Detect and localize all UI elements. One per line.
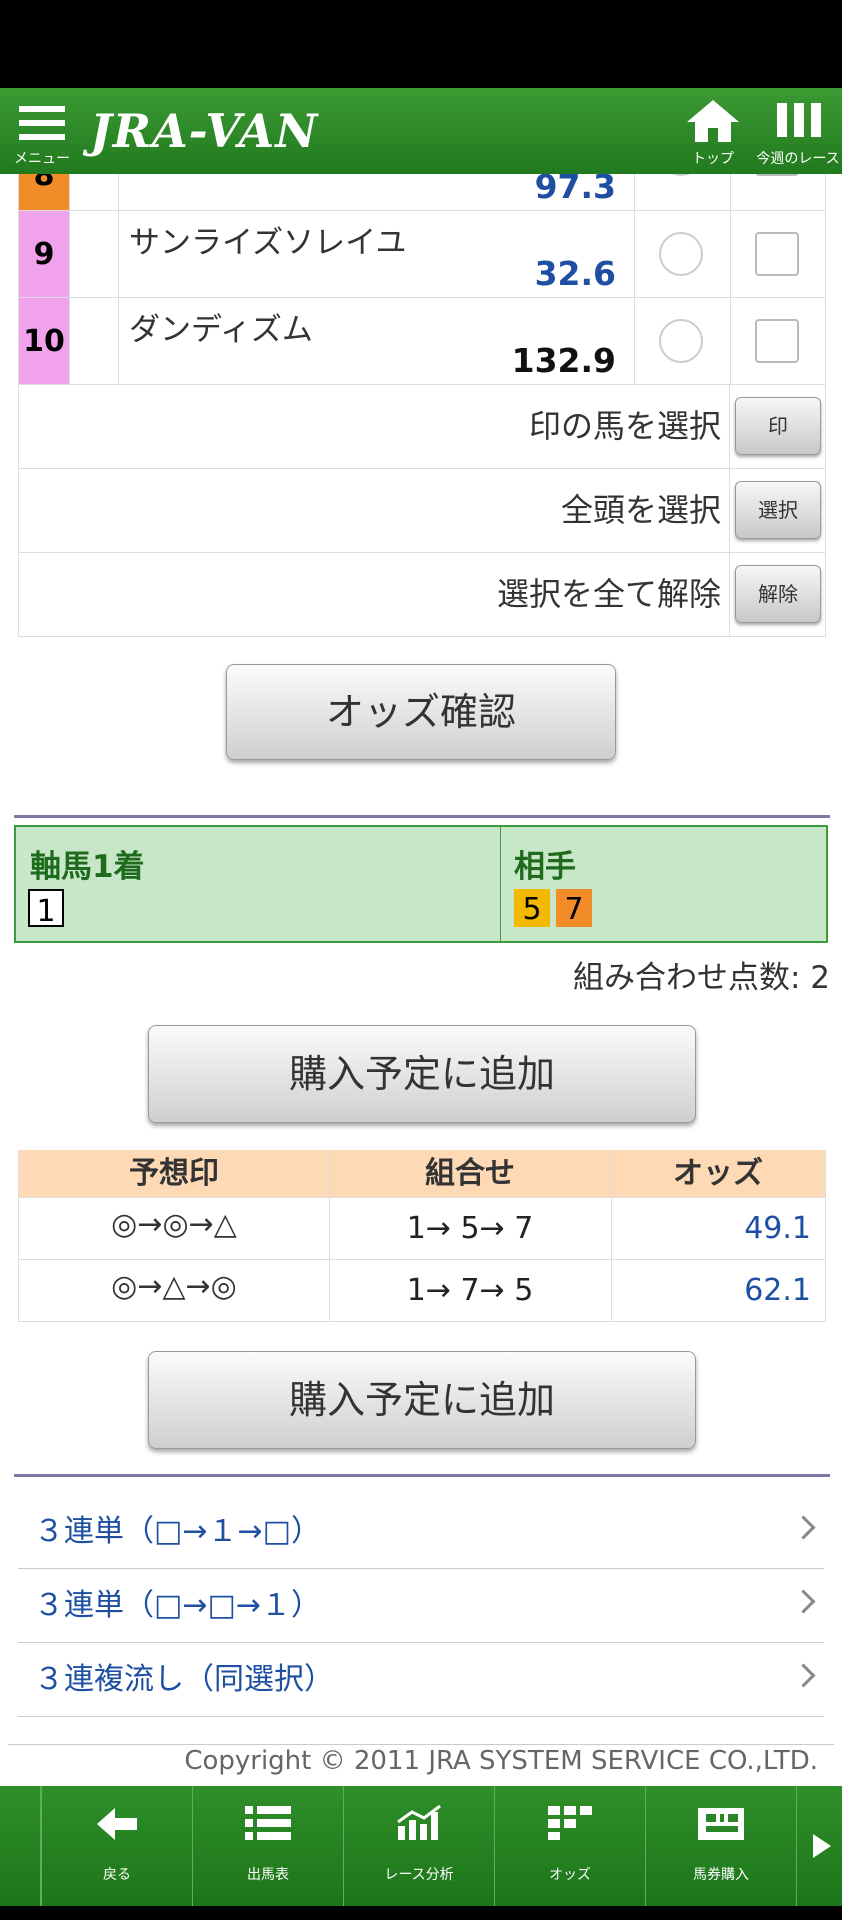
menu-button[interactable]: メニュー — [8, 88, 76, 174]
section-divider — [14, 815, 830, 818]
home-icon — [687, 100, 739, 142]
horse-row-10[interactable]: 10 ダンディズム 132.9 — [18, 298, 826, 385]
add-to-plan-button[interactable]: 購入予定に追加 — [148, 1025, 696, 1123]
list-icon — [245, 1806, 291, 1840]
row-odds: 49.1 — [744, 1211, 811, 1246]
play-right-icon — [813, 1834, 831, 1858]
odds-grid-icon — [548, 1806, 592, 1840]
jra-van-logo: JRA-VAN — [90, 104, 319, 158]
this-week-races-button[interactable]: 今週のレース — [756, 88, 840, 174]
select-all-row: 全頭を選択 選択 — [18, 469, 826, 553]
link-trifecta-third[interactable]: ３連単（□→□→１） — [18, 1569, 824, 1643]
row-odds: 62.1 — [744, 1273, 811, 1308]
first-place-radio[interactable] — [659, 319, 703, 363]
first-place-radio[interactable] — [659, 232, 703, 276]
link-trio-flow[interactable]: ３連複流し（同選択） — [18, 1643, 824, 1717]
clear-all-label: 選択を全て解除 — [496, 575, 721, 613]
chevron-right-icon — [791, 1663, 816, 1688]
prediction-table: 予想印 組合せ オッズ ◎→◎→△ 1→ 5→ 7 49.1 ◎→△→◎ 1→ … — [18, 1150, 826, 1322]
chevron-right-icon — [791, 1589, 816, 1614]
axis-panel: 軸馬1着 1 相手 5 7 — [14, 825, 828, 943]
table-header: 予想印 組合せ オッズ — [19, 1150, 825, 1197]
bottom-nav: 戻る 出馬表 レース分析 オッズ 馬券購入 — [0, 1786, 842, 1906]
buy-ticket-button[interactable]: 馬券購入 — [645, 1786, 796, 1906]
waku-number: 9 — [19, 211, 70, 297]
odds-button[interactable]: オッズ — [494, 1786, 645, 1906]
row-marks: ◎→◎→△ — [111, 1207, 237, 1242]
ticket-icon — [698, 1808, 744, 1840]
add-to-plan-button-2[interactable]: 購入予定に追加 — [148, 1351, 696, 1449]
clear-all-row: 選択を全て解除 解除 — [18, 553, 826, 637]
back-button[interactable]: 戻る — [41, 1786, 192, 1906]
select-checkbox[interactable] — [755, 319, 799, 363]
copyright: Copyright © 2011 JRA SYSTEM SERVICE CO.,… — [184, 1746, 818, 1776]
horse-name: サンライズソレイユ — [129, 225, 407, 261]
axis-horse-number: 1 — [28, 889, 64, 929]
horse-odds: 32.6 — [534, 254, 616, 293]
race-card-button[interactable]: 出馬表 — [192, 1786, 343, 1906]
row-marks: ◎→△→◎ — [111, 1269, 237, 1304]
horse-name: ダンディズム — [129, 312, 313, 348]
race-analysis-button[interactable]: レース分析 — [343, 1786, 494, 1906]
columns-icon — [777, 103, 821, 137]
row-combo: 1→ 5→ 7 — [406, 1211, 534, 1246]
app-header: メニュー JRA-VAN トップ 今週のレース — [0, 88, 842, 174]
partner-title: 相手 — [514, 849, 576, 885]
select-checkbox[interactable] — [755, 232, 799, 276]
arrow-left-icon — [97, 1808, 137, 1840]
top-button[interactable]: トップ — [678, 88, 748, 174]
select-marked-button[interactable]: 印 — [735, 397, 821, 455]
header-combo: 組合せ — [425, 1156, 515, 1191]
combination-count: 組み合わせ点数: 2 — [572, 960, 830, 996]
table-row[interactable]: ◎→◎→△ 1→ 5→ 7 49.1 — [19, 1197, 825, 1260]
footer-next-button[interactable] — [796, 1786, 842, 1906]
link-trifecta-second[interactable]: ３連単（□→１→□） — [18, 1495, 824, 1569]
chart-icon — [397, 1804, 441, 1840]
partner-horse-number: 7 — [556, 889, 592, 927]
horse-row-9[interactable]: 9 サンライズソレイユ 32.6 — [18, 211, 826, 298]
clear-all-button[interactable]: 解除 — [735, 565, 821, 623]
row-combo: 1→ 7→ 5 — [406, 1273, 534, 1308]
waku-number: 10 — [19, 298, 70, 384]
section-divider — [14, 1474, 830, 1477]
axis-first-title: 軸馬1着 — [30, 849, 145, 885]
table-row[interactable]: ◎→△→◎ 1→ 7→ 5 62.1 — [19, 1259, 825, 1322]
chevron-right-icon — [791, 1515, 816, 1540]
select-all-button[interactable]: 選択 — [735, 481, 821, 539]
header-marks: 予想印 — [129, 1156, 219, 1191]
select-all-label: 全頭を選択 — [560, 491, 721, 529]
select-marked-label: 印の馬を選択 — [528, 407, 721, 445]
odds-check-button[interactable]: オッズ確認 — [226, 664, 616, 760]
header-odds: オッズ — [673, 1156, 763, 1191]
horse-odds: 132.9 — [511, 341, 616, 380]
partner-horse-number: 5 — [514, 889, 550, 927]
select-marked-row: 印の馬を選択 印 — [18, 385, 826, 469]
hamburger-icon — [19, 106, 65, 140]
